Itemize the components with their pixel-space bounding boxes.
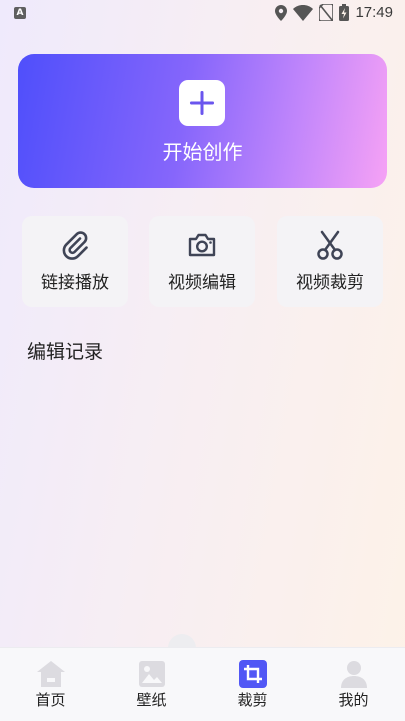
- tab-wallpaper-label: 壁纸: [136, 691, 167, 709]
- home-icon: [37, 661, 65, 687]
- edit-history-title: 编辑记录: [27, 341, 104, 363]
- tab-mine-label: 我的: [338, 691, 369, 709]
- scissors-icon: [317, 230, 343, 260]
- bottom-tab-bar: 首页 壁纸 裁剪 我的: [0, 647, 405, 721]
- tab-mine[interactable]: 我的: [303, 648, 404, 721]
- plus-icon: [190, 91, 214, 115]
- tool-video-edit[interactable]: 视频编辑: [149, 216, 255, 307]
- start-creating-label: 开始创作: [162, 140, 243, 164]
- tab-home-label: 首页: [35, 691, 66, 709]
- crop-icon: [239, 660, 267, 688]
- tab-home[interactable]: 首页: [0, 648, 101, 721]
- tool-video-crop-label: 视频裁剪: [296, 273, 364, 293]
- start-creating-card[interactable]: 开始创作: [18, 54, 387, 188]
- location-icon: [275, 4, 288, 21]
- image-icon: [139, 661, 165, 687]
- tool-link-play[interactable]: 链接播放: [22, 216, 128, 307]
- user-icon: [341, 661, 367, 688]
- status-bar: A 17:49: [0, 0, 405, 28]
- tab-wallpaper[interactable]: 壁纸: [101, 648, 202, 721]
- wifi-icon: [293, 4, 314, 21]
- tab-crop[interactable]: 裁剪: [202, 648, 303, 721]
- tool-link-play-label: 链接播放: [41, 273, 109, 293]
- battery-charging-icon: [339, 4, 350, 21]
- app-notification-badge: A: [14, 7, 26, 19]
- camera-icon: [188, 233, 216, 257]
- no-sim-icon: [319, 4, 334, 21]
- plus-button[interactable]: [179, 80, 225, 126]
- paperclip-icon: [62, 231, 88, 260]
- status-time: 17:49: [355, 4, 393, 21]
- tab-crop-label: 裁剪: [237, 691, 268, 709]
- tool-video-crop[interactable]: 视频裁剪: [277, 216, 383, 307]
- tool-video-edit-label: 视频编辑: [168, 273, 236, 293]
